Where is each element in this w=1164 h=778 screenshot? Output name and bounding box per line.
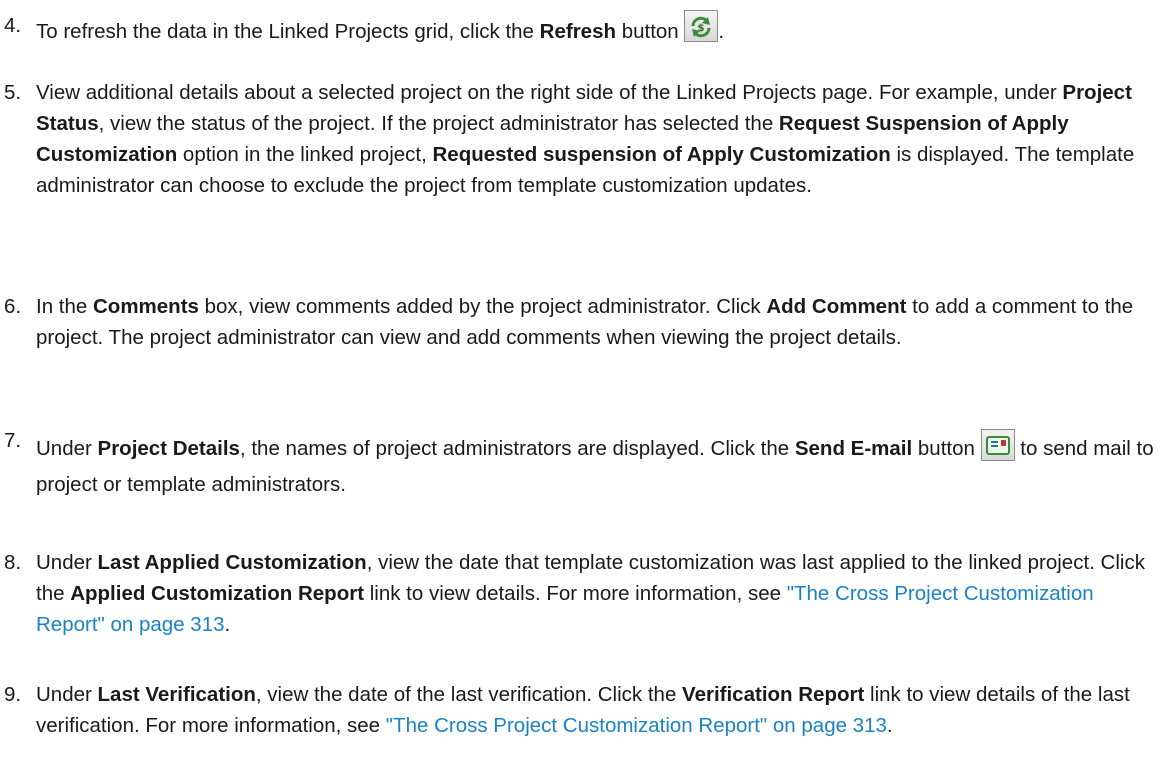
step-number: 6. — [4, 295, 22, 318]
step-number: 7. — [4, 429, 22, 452]
svg-text:$: $ — [698, 23, 705, 34]
step-text: Under Project Details, the names of proj… — [36, 425, 1156, 503]
refresh-icon[interactable]: $ — [684, 10, 719, 42]
step-number: 9. — [4, 683, 22, 706]
step-text: In the Comments box, view comments added… — [36, 295, 1134, 349]
send-email-icon[interactable] — [980, 429, 1015, 461]
step-number: 8. — [4, 551, 22, 574]
step-number: 5. — [4, 81, 22, 104]
step-text: Under Last Verification, view the date o… — [36, 683, 1130, 737]
step-number: 4. — [4, 14, 22, 37]
refresh-label: Refresh — [539, 20, 616, 43]
cross-project-report-link[interactable]: "The Cross Project Customization Report"… — [386, 714, 887, 737]
step-text: To refresh the data in the Linked Projec… — [36, 10, 1156, 47]
step-text: Under Last Applied Customization, view t… — [36, 551, 1145, 636]
step-text: View additional details about a selected… — [36, 81, 1135, 197]
